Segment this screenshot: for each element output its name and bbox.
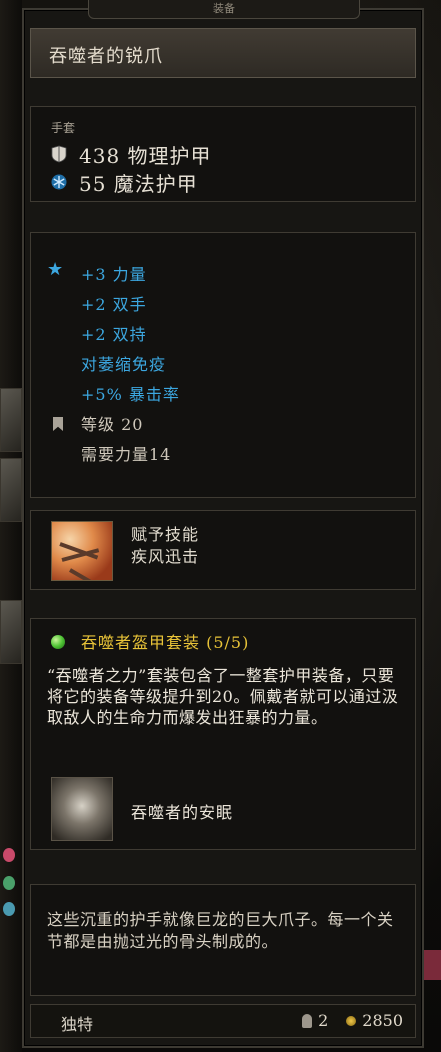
stack-count-icon	[302, 1013, 313, 1028]
set-bonus-section: 吞噬者盔甲套装 (5/5) “吞噬者之力”套装包含了一整套护甲装备，只要将它的装…	[30, 618, 416, 850]
physical-armor-value: 438 物理护甲	[79, 143, 212, 168]
item-price: 2850	[362, 1011, 403, 1030]
item-title-bar: 吞噬者的锐爪	[30, 28, 416, 78]
background-gem-icon	[3, 902, 15, 916]
background-inventory-strip	[0, 0, 22, 1052]
item-footer: 独特 2 2850	[30, 1004, 416, 1038]
background-slot	[0, 600, 22, 664]
set-green-gem-icon	[51, 635, 65, 649]
whirlwind-strike-skill-icon[interactable]	[51, 521, 113, 581]
rarity-label: 独特	[61, 1015, 94, 1034]
flavor-text-section: 这些沉重的护手就像巨龙的巨大爪子。每一个关节都是由抛过光的骨头制成的。	[30, 884, 416, 996]
physical-armor-shield-icon	[51, 145, 67, 163]
slot-type-label: 手套	[51, 121, 76, 135]
armor-section: 手套 438 物理护甲 55 魔法护甲	[30, 106, 416, 202]
magic-armor-row: 55 魔法护甲	[51, 169, 198, 196]
background-gem-icon	[3, 876, 15, 890]
granted-skill-section: 赋予技能 疾风迅击	[30, 510, 416, 590]
magic-armor-value: 55 魔法护甲	[79, 171, 198, 196]
bonus-line: +2 双持	[81, 325, 147, 344]
granted-skill-label: 赋予技能	[131, 525, 200, 544]
set-title: 吞噬者盔甲套装 (5/5)	[81, 633, 250, 652]
bonus-section: ★ +3 力量 +2 双手 +2 双持 对萎缩免疫 +5% 暴击率 等级 20 …	[30, 232, 416, 498]
background-slot	[0, 458, 22, 522]
background-gem-icon	[3, 848, 15, 862]
item-name: 吞噬者的锐爪	[49, 46, 163, 67]
item-level: 等级 20	[81, 415, 144, 434]
stack-count: 2	[318, 1011, 329, 1030]
bonus-star-icon: ★	[47, 259, 64, 280]
granted-skill-name: 疾风迅击	[131, 547, 200, 566]
bonus-line: +2 双手	[81, 295, 147, 314]
set-item-name: 吞噬者的安眠	[131, 803, 234, 822]
set-item-helmet-icon[interactable]	[51, 777, 113, 841]
flavor-text: 这些沉重的护手就像巨龙的巨大爪子。每一个关节都是由抛过光的骨头制成的。	[47, 910, 394, 951]
physical-armor-row: 438 物理护甲	[51, 141, 212, 168]
set-description: “吞噬者之力”套装包含了一整套护甲装备，只要将它的装备等级提升到20。佩戴者就可…	[47, 666, 399, 727]
strength-requirement: 需要力量14	[81, 445, 172, 464]
bonus-line: +5% 暴击率	[81, 385, 180, 404]
footer-values: 2 2850	[302, 1011, 403, 1030]
bonus-line: 对萎缩免疫	[81, 355, 167, 374]
background-slot	[0, 388, 22, 452]
level-bookmark-icon	[53, 417, 63, 431]
bonus-line: +3 力量	[81, 265, 147, 284]
gold-coin-icon	[346, 1015, 357, 1026]
equipment-tab[interactable]: 装备	[88, 0, 360, 19]
magic-armor-snowflake-icon	[51, 174, 67, 190]
